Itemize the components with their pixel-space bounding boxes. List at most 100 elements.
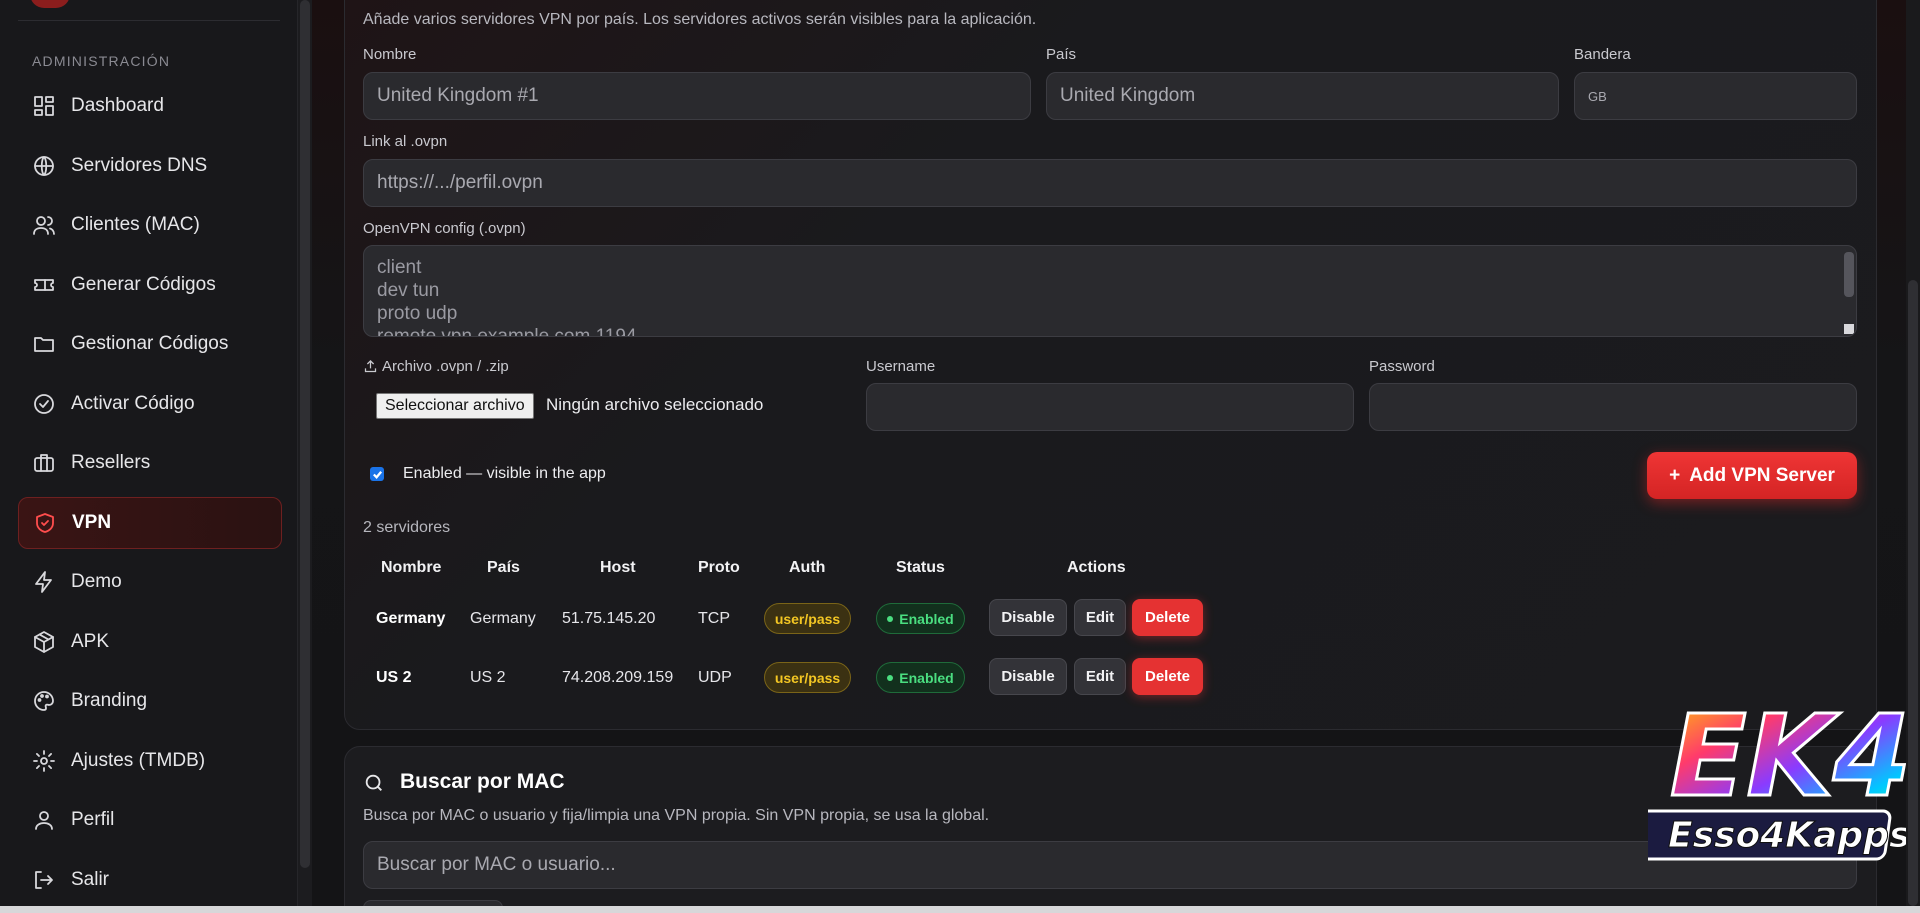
config-label: OpenVPN config (.ovpn) <box>363 220 526 237</box>
sidebar-item-label: VPN <box>72 511 112 533</box>
sidebar-item-label: Salir <box>71 868 110 890</box>
nombre-input[interactable]: United Kingdom #1 <box>363 72 1031 120</box>
enabled-checkbox[interactable] <box>370 467 384 481</box>
sidebar-item-vpn[interactable]: VPN <box>18 496 282 549</box>
status-dot-icon <box>887 674 894 681</box>
archivo-label-row: Archivo .ovpn / .zip <box>363 358 509 375</box>
cell-nombre: US 2 <box>376 669 412 686</box>
users-icon <box>33 216 55 235</box>
config-line: dev tun <box>377 280 440 301</box>
gear-icon <box>33 749 55 772</box>
mac-search-title: Buscar por MAC <box>400 770 565 793</box>
check-circle-icon <box>34 393 54 414</box>
sidebar-item-perfil[interactable]: Perfil <box>18 794 282 846</box>
sidebar-item-dns[interactable]: Servidores DNS <box>18 140 282 192</box>
config-line: proto udp <box>377 303 458 324</box>
disable-button[interactable]: Disable <box>989 658 1067 695</box>
file-select-button[interactable]: Seleccionar archivo <box>376 393 534 419</box>
add-vpn-server-button[interactable]: + Add VPN Server <box>1647 452 1857 499</box>
folder-icon <box>34 337 54 352</box>
sidebar-item-gestionar[interactable]: Gestionar Códigos <box>18 318 282 370</box>
edit-button[interactable]: Edit <box>1074 658 1126 695</box>
package-icon <box>34 630 54 653</box>
username-label: Username <box>866 358 936 375</box>
sidebar-item-ajustes[interactable]: Ajustes (TMDB) <box>18 735 282 787</box>
logo-text: Esso4Kapps <box>1668 815 1910 856</box>
column-header: Proto <box>698 559 740 576</box>
auth-badge: user/pass <box>764 603 851 634</box>
column-header: Nombre <box>381 559 442 576</box>
vpn-description: Añade varios servidores VPN por país. Lo… <box>363 11 1037 28</box>
main-scroll-thumb[interactable] <box>1908 280 1918 906</box>
status-dot-icon <box>887 615 894 622</box>
logout-icon <box>35 870 53 889</box>
auth-badge: user/pass <box>764 662 851 693</box>
cell-pais: Germany <box>470 610 536 627</box>
sidebar-item-generar[interactable]: Generar Códigos <box>18 259 282 311</box>
logo-stub <box>30 0 70 8</box>
bolt-icon <box>35 571 52 593</box>
sidebar-item-label: Activar Código <box>71 392 195 414</box>
username-input[interactable] <box>866 383 1354 431</box>
enabled-label: Enabled — visible in the app <box>403 465 606 482</box>
sidebar-item-branding[interactable]: Branding <box>18 675 282 727</box>
pais-label: País <box>1046 46 1077 63</box>
globe-icon <box>34 155 54 176</box>
status-label: Enabled <box>899 610 954 627</box>
sidebar-item-resellers[interactable]: Resellers <box>18 437 282 489</box>
bottom-bar <box>0 906 1920 913</box>
archivo-label: Archivo .ovpn / .zip <box>382 358 509 375</box>
sidebar-item-demo[interactable]: Demo <box>18 556 282 608</box>
check-icon <box>372 470 382 479</box>
nombre-label: Nombre <box>363 46 417 63</box>
pais-input[interactable]: United Kingdom <box>1046 72 1559 120</box>
sidebar-item-salir[interactable]: Salir <box>18 854 282 906</box>
bandera-input[interactable]: GB <box>1574 72 1857 120</box>
config-textarea[interactable]: client dev tun proto udp remote vpn.exam… <box>363 245 1857 337</box>
user-icon <box>35 811 53 830</box>
sidebar-item-activar[interactable]: Activar Código <box>18 378 282 430</box>
divider <box>18 20 280 21</box>
column-header: Status <box>896 559 945 576</box>
textarea-scrollbar[interactable] <box>1844 252 1854 297</box>
sidebar-item-dashboard[interactable]: Dashboard <box>18 80 282 132</box>
password-input[interactable] <box>1369 383 1857 431</box>
briefcase-icon <box>34 454 54 472</box>
sidebar-item-label: Gestionar Códigos <box>71 333 229 354</box>
mac-search-input[interactable]: Buscar por MAC o usuario... <box>363 841 1857 889</box>
status-badge: Enabled <box>876 603 965 634</box>
sidebar-item-label: Dashboard <box>71 95 164 116</box>
sidebar-item-label: Perfil <box>71 809 115 830</box>
add-button-label: Add VPN Server <box>1689 464 1835 486</box>
status-label: Enabled <box>899 669 954 686</box>
svg-text:EK4: EK4 <box>1670 692 1911 822</box>
column-header: Host <box>600 559 636 576</box>
sidebar-item-label: Resellers <box>71 452 151 473</box>
delete-button[interactable]: Delete <box>1132 599 1203 636</box>
sidebar-item-label: Demo <box>71 571 122 592</box>
column-header: Auth <box>789 559 826 576</box>
upload-icon <box>364 359 377 373</box>
sidebar-section-label: ADMINISTRACIÓN <box>32 53 171 69</box>
column-header: País <box>487 559 520 576</box>
server-count: 2 servidores <box>363 519 451 536</box>
cell-pais: US 2 <box>470 669 506 686</box>
column-header: Actions <box>1067 559 1126 576</box>
sidebar-scroll-thumb[interactable] <box>300 0 310 868</box>
cell-host: 51.75.145.20 <box>562 610 656 627</box>
disable-button[interactable]: Disable <box>989 599 1067 636</box>
resize-handle[interactable] <box>1844 324 1854 334</box>
shield-icon <box>36 512 54 533</box>
delete-button[interactable]: Delete <box>1132 658 1203 695</box>
edit-button[interactable]: Edit <box>1074 599 1126 636</box>
password-label: Password <box>1369 358 1435 375</box>
dashboard-icon <box>34 96 54 116</box>
palette-icon <box>34 691 54 711</box>
link-input[interactable]: https://.../perfil.ovpn <box>363 159 1857 207</box>
sidebar-item-clientes[interactable]: Clientes (MAC) <box>18 199 282 251</box>
sidebar-item-apk[interactable]: APK <box>18 616 282 668</box>
cell-proto: TCP <box>698 610 730 627</box>
cell-host: 74.208.209.159 <box>562 669 674 686</box>
config-line: remote vpn.example.com 1194 <box>377 326 637 337</box>
sidebar: ADMINISTRACIÓN Dashboard Servidores DNS … <box>0 0 298 913</box>
